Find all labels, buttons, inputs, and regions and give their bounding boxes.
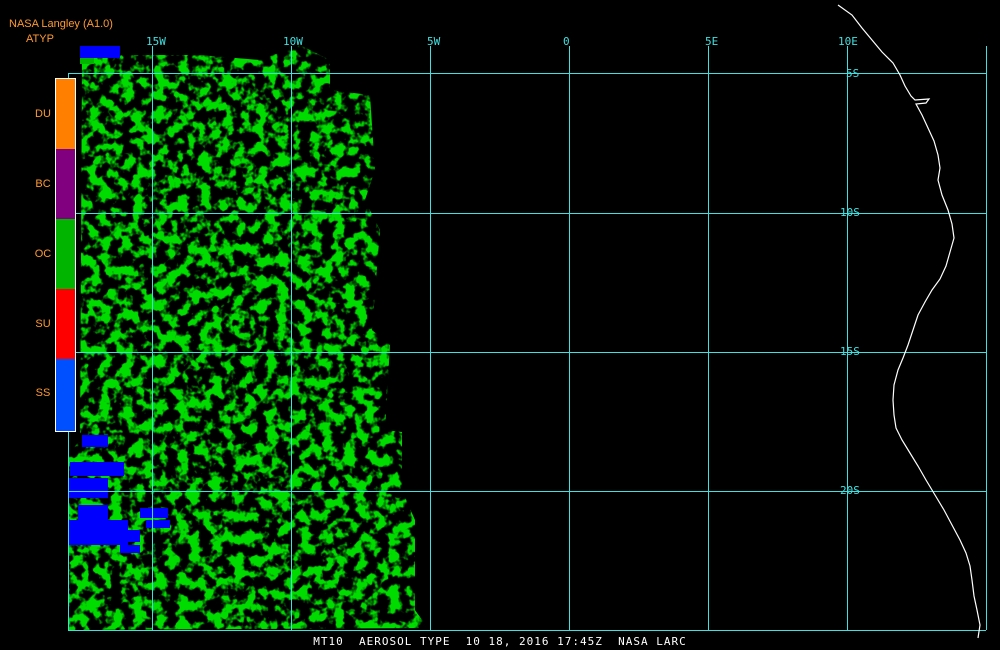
lat-label: 15S — [840, 345, 860, 358]
lon-label: 10W — [283, 35, 303, 48]
legend-label-oc: OC — [34, 248, 52, 260]
lon-label: 5W — [427, 35, 441, 48]
lon-label: 10E — [838, 35, 858, 48]
aerosol-field — [68, 45, 428, 630]
legend-label-ss: SS — [35, 387, 51, 399]
lon-label: 5E — [705, 35, 718, 48]
lon-label: 0 — [563, 35, 570, 48]
lat-label: 5S — [846, 67, 859, 80]
legend-swatch-oc — [56, 219, 75, 289]
legend-label-bc: BC — [35, 178, 51, 190]
legend-swatch-du — [56, 79, 75, 149]
legend-label-du: DU — [35, 108, 51, 120]
source-label: NASA Langley (A1.0) — [9, 18, 113, 30]
product-label: ATYP — [26, 33, 54, 45]
legend-swatch-bc — [56, 149, 75, 219]
map-caption: MT10 AEROSOL TYPE 10 18, 2016 17:45Z NAS… — [313, 635, 687, 648]
lat-label: 10S — [840, 206, 860, 219]
lon-label: 15W — [146, 35, 166, 48]
aerosol-type-map: 15W 10W 5W 0 5E 10E 5S 10S 15S 20S — [68, 4, 987, 639]
legend-label-su: SU — [35, 318, 51, 330]
lat-label: 20S — [840, 484, 860, 497]
coastline — [837, 4, 981, 639]
legend-swatch-ss — [56, 359, 75, 431]
aerosol-type-legend — [55, 78, 76, 432]
legend-swatch-su — [56, 289, 75, 359]
